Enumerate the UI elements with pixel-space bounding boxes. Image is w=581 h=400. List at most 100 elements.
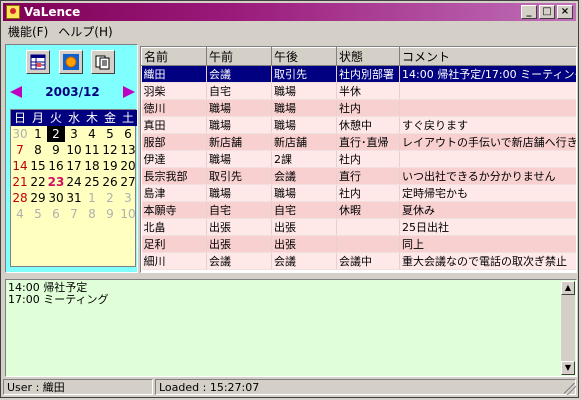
calendar-dow: 木 bbox=[83, 110, 101, 126]
table-row[interactable]: 足利 出張 出張 同上 bbox=[141, 235, 576, 253]
calendar-day[interactable]: 7 bbox=[65, 206, 83, 222]
calendar-day[interactable]: 30 bbox=[11, 126, 29, 142]
calendar-dow: 火 bbox=[47, 110, 65, 126]
table-cell: 出張 bbox=[206, 235, 272, 253]
resize-grip[interactable] bbox=[564, 383, 576, 395]
title-bar[interactable]: VaLence _ □ × bbox=[3, 3, 576, 21]
calendar-day[interactable]: 4 bbox=[83, 126, 101, 142]
calendar-day[interactable]: 10 bbox=[65, 142, 83, 158]
calendar-dow: 月 bbox=[29, 110, 47, 126]
table-cell: 直行 bbox=[336, 167, 400, 185]
table-cell bbox=[336, 235, 400, 253]
grid-view-button[interactable] bbox=[26, 50, 50, 74]
scroll-down-icon[interactable]: ▼ bbox=[561, 361, 575, 375]
calendar-header: 2003/12 bbox=[10, 83, 135, 101]
calendar-day[interactable]: 14 bbox=[11, 158, 29, 174]
table-row[interactable]: 羽柴 自宅 職場 半休 bbox=[141, 82, 576, 100]
calendar-day[interactable]: 9 bbox=[47, 142, 65, 158]
table-cell: 職場 bbox=[271, 116, 337, 134]
table-cell: 真田 bbox=[141, 116, 207, 134]
maximize-button[interactable]: □ bbox=[539, 5, 555, 19]
menu-function[interactable]: 機能(F) bbox=[3, 23, 53, 40]
calendar-day[interactable]: 29 bbox=[29, 190, 47, 206]
calendar-day[interactable]: 9 bbox=[101, 206, 119, 222]
calendar-day[interactable]: 13 bbox=[119, 142, 137, 158]
calendar-day[interactable]: 15 bbox=[29, 158, 47, 174]
calendar-day[interactable]: 21 bbox=[11, 174, 29, 190]
calendar-day[interactable]: 2 bbox=[101, 190, 119, 206]
calendar-day[interactable]: 16 bbox=[47, 158, 65, 174]
calendar-day[interactable]: 11 bbox=[83, 142, 101, 158]
memo-pane[interactable]: 14:00 帰社予定 17:00 ミーティング ▲ ▼ bbox=[5, 279, 577, 377]
calendar-day[interactable]: 1 bbox=[83, 190, 101, 206]
table-cell: 細川 bbox=[141, 252, 207, 270]
table-row[interactable]: 細川 会議 会議 会議中 重大会議なので電話の取次ぎ禁止 bbox=[141, 252, 576, 270]
table-row[interactable]: 真田 職場 職場 休憩中 すぐ戻ります bbox=[141, 116, 576, 134]
calendar-day[interactable]: 31 bbox=[65, 190, 83, 206]
table-cell: 25日出社 bbox=[399, 218, 576, 236]
table-cell: 職場 bbox=[271, 82, 337, 100]
calendar-day[interactable]: 27 bbox=[119, 174, 137, 190]
status-user: User : 織田 bbox=[3, 379, 153, 395]
table-cell: 羽柴 bbox=[141, 82, 207, 100]
calendar-day[interactable]: 6 bbox=[119, 126, 137, 142]
calendar-day[interactable]: 26 bbox=[101, 174, 119, 190]
calendar-day[interactable]: 28 bbox=[11, 190, 29, 206]
calendar-day[interactable]: 1 bbox=[29, 126, 47, 142]
table-row[interactable]: 本願寺 自宅 自宅 休暇 夏休み bbox=[141, 201, 576, 219]
calendar-day[interactable]: 3 bbox=[65, 126, 83, 142]
calendar-day[interactable]: 5 bbox=[101, 126, 119, 142]
status-table: 名前 午前 午後 状態 コメント 織田 会議 取引先 社内別部署 14:00 帰社予定/17:0… bbox=[140, 46, 577, 273]
calendar-day[interactable]: 2 bbox=[47, 126, 65, 142]
calendar-day[interactable]: 25 bbox=[83, 174, 101, 190]
table-cell: 職場 bbox=[271, 99, 337, 117]
calendar-day[interactable]: 7 bbox=[11, 142, 29, 158]
memo-scrollbar[interactable]: ▲ ▼ bbox=[561, 281, 575, 375]
calendar-day[interactable]: 23 bbox=[47, 174, 65, 190]
table-cell: 直行･直帰 bbox=[336, 133, 400, 151]
column-header[interactable]: コメント bbox=[399, 47, 576, 66]
table-cell: 社内 bbox=[336, 184, 400, 202]
calendar-day[interactable]: 10 bbox=[119, 206, 137, 222]
column-header[interactable]: 状態 bbox=[336, 47, 400, 66]
close-button[interactable]: × bbox=[557, 5, 573, 19]
calendar-dow: 土 bbox=[119, 110, 137, 126]
calendar-day[interactable]: 22 bbox=[29, 174, 47, 190]
calendar-day[interactable]: 18 bbox=[83, 158, 101, 174]
calendar-day[interactable]: 20 bbox=[119, 158, 137, 174]
column-header[interactable]: 午前 bbox=[206, 47, 272, 66]
calendar: 日月火水木金土 30 1 2 3 4 5 6 7 8 9 10 11 12 13 14 15 16 17 18 19 20… bbox=[10, 109, 137, 267]
column-header[interactable]: 午後 bbox=[271, 47, 337, 66]
menu-help[interactable]: ヘルプ(H) bbox=[53, 23, 117, 40]
table-cell: 伊達 bbox=[141, 150, 207, 168]
column-header[interactable]: 名前 bbox=[141, 47, 207, 66]
calendar-day[interactable]: 3 bbox=[119, 190, 137, 206]
calendar-day[interactable]: 4 bbox=[11, 206, 29, 222]
document-button[interactable] bbox=[91, 50, 115, 74]
calendar-day[interactable]: 8 bbox=[29, 142, 47, 158]
next-month-icon[interactable] bbox=[122, 86, 135, 98]
table-row[interactable]: 服部 新店舗 新店舗 直行･直帰 レイアウトの手伝いで新店舗へ行き bbox=[141, 133, 576, 151]
scroll-up-icon[interactable]: ▲ bbox=[561, 281, 575, 295]
calendar-day[interactable]: 5 bbox=[29, 206, 47, 222]
circle-icon bbox=[63, 54, 79, 70]
table-row[interactable]: 島津 職場 職場 社内 定時帰宅かも bbox=[141, 184, 576, 202]
table-row[interactable]: 織田 会議 取引先 社内別部署 14:00 帰社予定/17:00 ミーティング bbox=[141, 65, 576, 83]
calendar-day[interactable]: 6 bbox=[47, 206, 65, 222]
table-cell: 会議中 bbox=[336, 252, 400, 270]
calendar-day[interactable]: 12 bbox=[101, 142, 119, 158]
table-row[interactable]: 伊達 職場 2課 社内 bbox=[141, 150, 576, 168]
table-row[interactable]: 長宗我部 取引先 会議 直行 いつ出社できるか分かりません bbox=[141, 167, 576, 185]
calendar-day[interactable]: 19 bbox=[101, 158, 119, 174]
calendar-day[interactable]: 30 bbox=[47, 190, 65, 206]
table-row[interactable]: 北畠 出張 出張 25日出社 bbox=[141, 218, 576, 236]
minimize-button[interactable]: _ bbox=[521, 5, 537, 19]
table-row[interactable]: 徳川 職場 職場 社内 bbox=[141, 99, 576, 117]
calendar-day[interactable]: 8 bbox=[83, 206, 101, 222]
prev-month-icon[interactable] bbox=[10, 86, 22, 98]
table-cell: 休憩中 bbox=[336, 116, 400, 134]
table-cell: 職場 bbox=[206, 184, 272, 202]
status-button[interactable] bbox=[59, 50, 83, 74]
calendar-day[interactable]: 24 bbox=[65, 174, 83, 190]
calendar-day[interactable]: 17 bbox=[65, 158, 83, 174]
